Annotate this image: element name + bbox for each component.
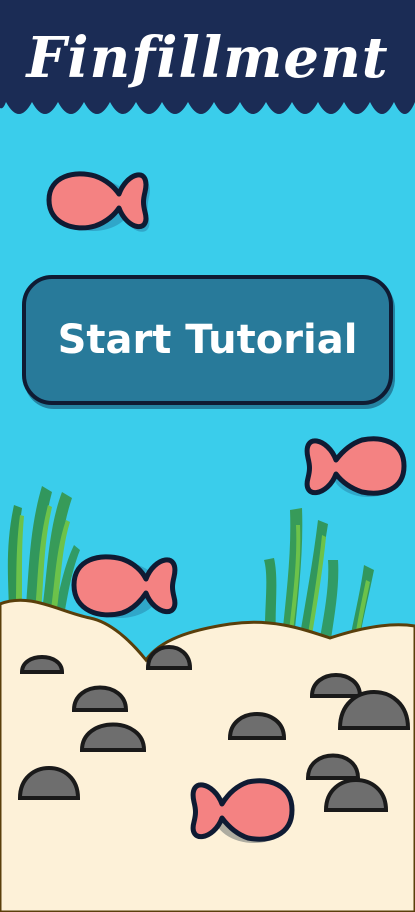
sand-floor — [0, 598, 415, 912]
fish-icon[interactable] — [46, 171, 150, 232]
rock-icon — [309, 673, 363, 698]
fish-icon[interactable] — [71, 554, 178, 618]
game-title: Finfillment — [26, 25, 389, 91]
fish-icon[interactable] — [304, 436, 407, 497]
fish-icon[interactable] — [190, 778, 295, 843]
ocean-scene — [0, 171, 415, 912]
rock-icon — [305, 753, 361, 780]
game-screen: Finfillment Start Tutorial — [0, 0, 415, 912]
title-banner: Finfillment — [0, 0, 415, 130]
rock-icon — [19, 655, 65, 674]
start-tutorial-button[interactable]: Start Tutorial — [22, 275, 393, 405]
rock-icon — [145, 645, 193, 670]
